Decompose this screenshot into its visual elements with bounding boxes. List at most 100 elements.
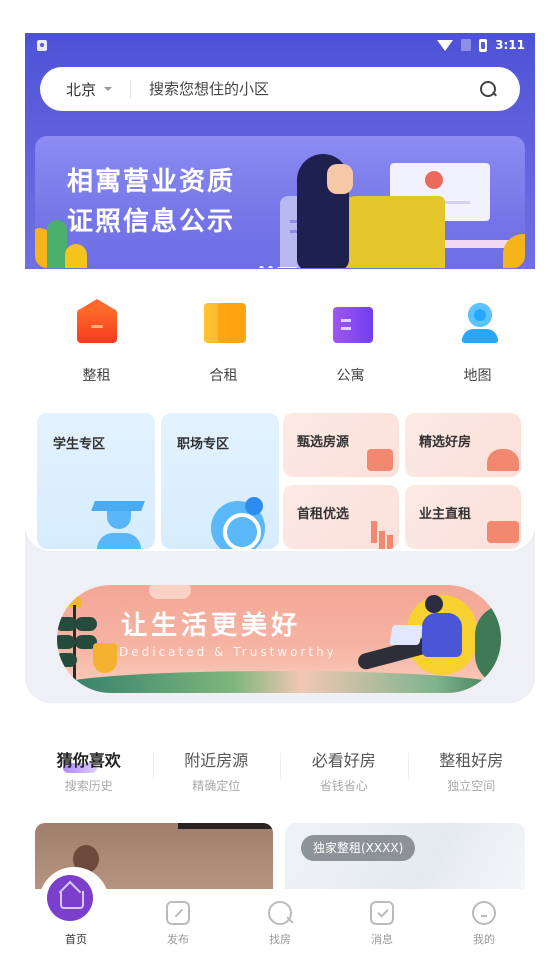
carousel-indicator <box>259 266 297 268</box>
cloud-illustration <box>149 585 191 599</box>
lifestyle-banner[interactable]: 让生活更美好 Dedicated & Trustworthy <box>57 585 501 693</box>
nav-home[interactable]: 首页 <box>25 867 127 954</box>
home-icon <box>47 875 93 921</box>
carousel-dot-active[interactable] <box>277 266 297 268</box>
app-screen: 3:11 北京 相寓营业资质 证照信息公示 <box>25 33 535 954</box>
quick-entry-row: 整租 合租 公寓 地图 <box>25 299 535 401</box>
tab-guess-you-like[interactable]: 猜你喜欢 搜索历史 <box>25 733 153 805</box>
banner-title: 让生活更美好 <box>121 611 302 641</box>
zone-first-rent[interactable]: 首租优选 <box>283 485 399 549</box>
header: 3:11 北京 相寓营业资质 证照信息公示 <box>25 33 535 269</box>
zone-label: 业主直租 <box>419 507 472 522</box>
laptop-illustration <box>389 625 423 645</box>
zone-label: 甄选房源 <box>297 435 350 450</box>
house-icon <box>76 299 117 343</box>
tab-subtitle: 搜索历史 <box>64 779 113 793</box>
target-icon <box>211 497 265 549</box>
person-illustration <box>422 613 462 657</box>
battery-icon <box>479 38 488 52</box>
zone-career[interactable]: 职场专区 <box>161 413 279 549</box>
edit-icon <box>166 901 190 925</box>
tab-nearby[interactable]: 附近房源 精确定位 <box>152 733 281 805</box>
chevron-down-icon[interactable] <box>104 87 113 91</box>
quick-entry-apartment[interactable]: 公寓 <box>293 301 408 401</box>
bar-chart-icon <box>367 521 393 543</box>
tab-title: 附近房源 <box>184 751 249 770</box>
search-bar: 北京 <box>40 67 520 111</box>
zone-label: 职场专区 <box>177 437 230 452</box>
status-bar: 3:11 <box>25 33 535 61</box>
house-roof-icon <box>487 449 519 471</box>
nav-label: 找房 <box>269 933 291 946</box>
quick-entry-whole-rent[interactable]: 整租 <box>39 299 154 401</box>
banner-title-line2: 证照信息公示 <box>67 207 236 237</box>
banner-title: 相寓营业资质 证照信息公示 <box>67 162 235 242</box>
listing-tag: 独家整租(XXXX) <box>301 835 416 861</box>
listing-photo <box>178 823 273 829</box>
nav-label: 发布 <box>167 933 189 946</box>
quick-entry-label: 公寓 <box>336 368 365 384</box>
plant-illustration <box>65 244 87 268</box>
person-face-illustration <box>327 164 353 194</box>
banner-subtitle: Dedicated & Trustworthy <box>119 645 337 659</box>
wifi-icon <box>437 39 454 51</box>
profile-icon <box>472 901 496 925</box>
quick-entry-label: 合租 <box>209 368 238 384</box>
tab-subtitle: 独立空间 <box>447 779 496 793</box>
person-illustration <box>425 595 443 613</box>
tab-must-see[interactable]: 必看好房 省钱省心 <box>280 733 408 805</box>
person-illustration <box>335 196 445 268</box>
zone-selected-listings[interactable]: 甄选房源 <box>283 413 399 477</box>
quick-entry-map[interactable]: 地图 <box>420 301 535 401</box>
tab-whole-rent[interactable]: 整租好房 独立空间 <box>407 733 536 805</box>
zone-label: 精选好房 <box>419 435 472 450</box>
search-icon[interactable] <box>478 79 498 99</box>
zone-grid: 学生专区 职场专区 甄选房源 精选好房 首租优选 业主直租 <box>25 403 535 551</box>
nav-label: 首页 <box>65 933 87 946</box>
city-selector[interactable]: 北京 <box>66 79 96 100</box>
plant-illustration <box>47 220 67 268</box>
tab-title: 必看好房 <box>311 751 376 770</box>
plant-illustration <box>57 595 97 693</box>
door-icon <box>203 303 246 343</box>
nav-profile[interactable]: 我的 <box>433 889 535 954</box>
tab-subtitle: 精确定位 <box>192 779 241 793</box>
graduation-cap-icon <box>91 501 145 511</box>
nav-label: 我的 <box>473 933 495 946</box>
zone-owner-direct[interactable]: 业主直租 <box>405 485 521 549</box>
listing-card[interactable]: 独家整租(XXXX) <box>285 823 525 893</box>
search-divider <box>130 80 132 98</box>
bottom-nav: 首页 发布 找房 消息 我的 <box>25 867 535 954</box>
carousel-dot[interactable] <box>268 266 273 268</box>
search-input[interactable] <box>149 80 478 98</box>
quick-entry-label: 地图 <box>463 368 492 384</box>
tree-illustration <box>475 605 501 685</box>
search-icon <box>268 901 292 925</box>
message-icon <box>370 901 394 925</box>
nav-publish[interactable]: 发布 <box>127 889 229 954</box>
zone-label: 学生专区 <box>53 437 106 452</box>
quick-entry-label: 整租 <box>82 368 111 384</box>
zone-label: 首租优选 <box>297 507 350 522</box>
nav-find-home[interactable]: 找房 <box>229 889 331 954</box>
tab-subtitle: 省钱省心 <box>319 779 368 793</box>
signal-icon <box>461 39 472 51</box>
zone-quality-homes[interactable]: 精选好房 <box>405 413 521 477</box>
apartment-icon <box>332 307 373 343</box>
handshake-icon <box>487 521 519 543</box>
tab-title: 整租好房 <box>439 751 504 770</box>
notification-icon <box>37 40 47 51</box>
quick-entry-shared-rent[interactable]: 合租 <box>166 301 281 401</box>
banner-title-line1: 相寓营业资质 <box>67 167 236 197</box>
tab-title: 猜你喜欢 <box>56 751 121 770</box>
status-time: 3:11 <box>495 38 525 52</box>
nav-messages[interactable]: 消息 <box>331 889 433 954</box>
nav-label: 消息 <box>371 933 393 946</box>
star-badge-icon <box>367 449 393 471</box>
map-pin-icon <box>461 303 498 345</box>
feed-tabs: 猜你喜欢 搜索历史 附近房源 精确定位 必看好房 省钱省心 整租好房 独立空间 <box>25 733 535 805</box>
zone-student[interactable]: 学生专区 <box>37 413 155 549</box>
license-banner[interactable]: 相寓营业资质 证照信息公示 <box>35 136 525 268</box>
tulip-illustration <box>93 643 117 673</box>
carousel-dot[interactable] <box>259 266 264 268</box>
